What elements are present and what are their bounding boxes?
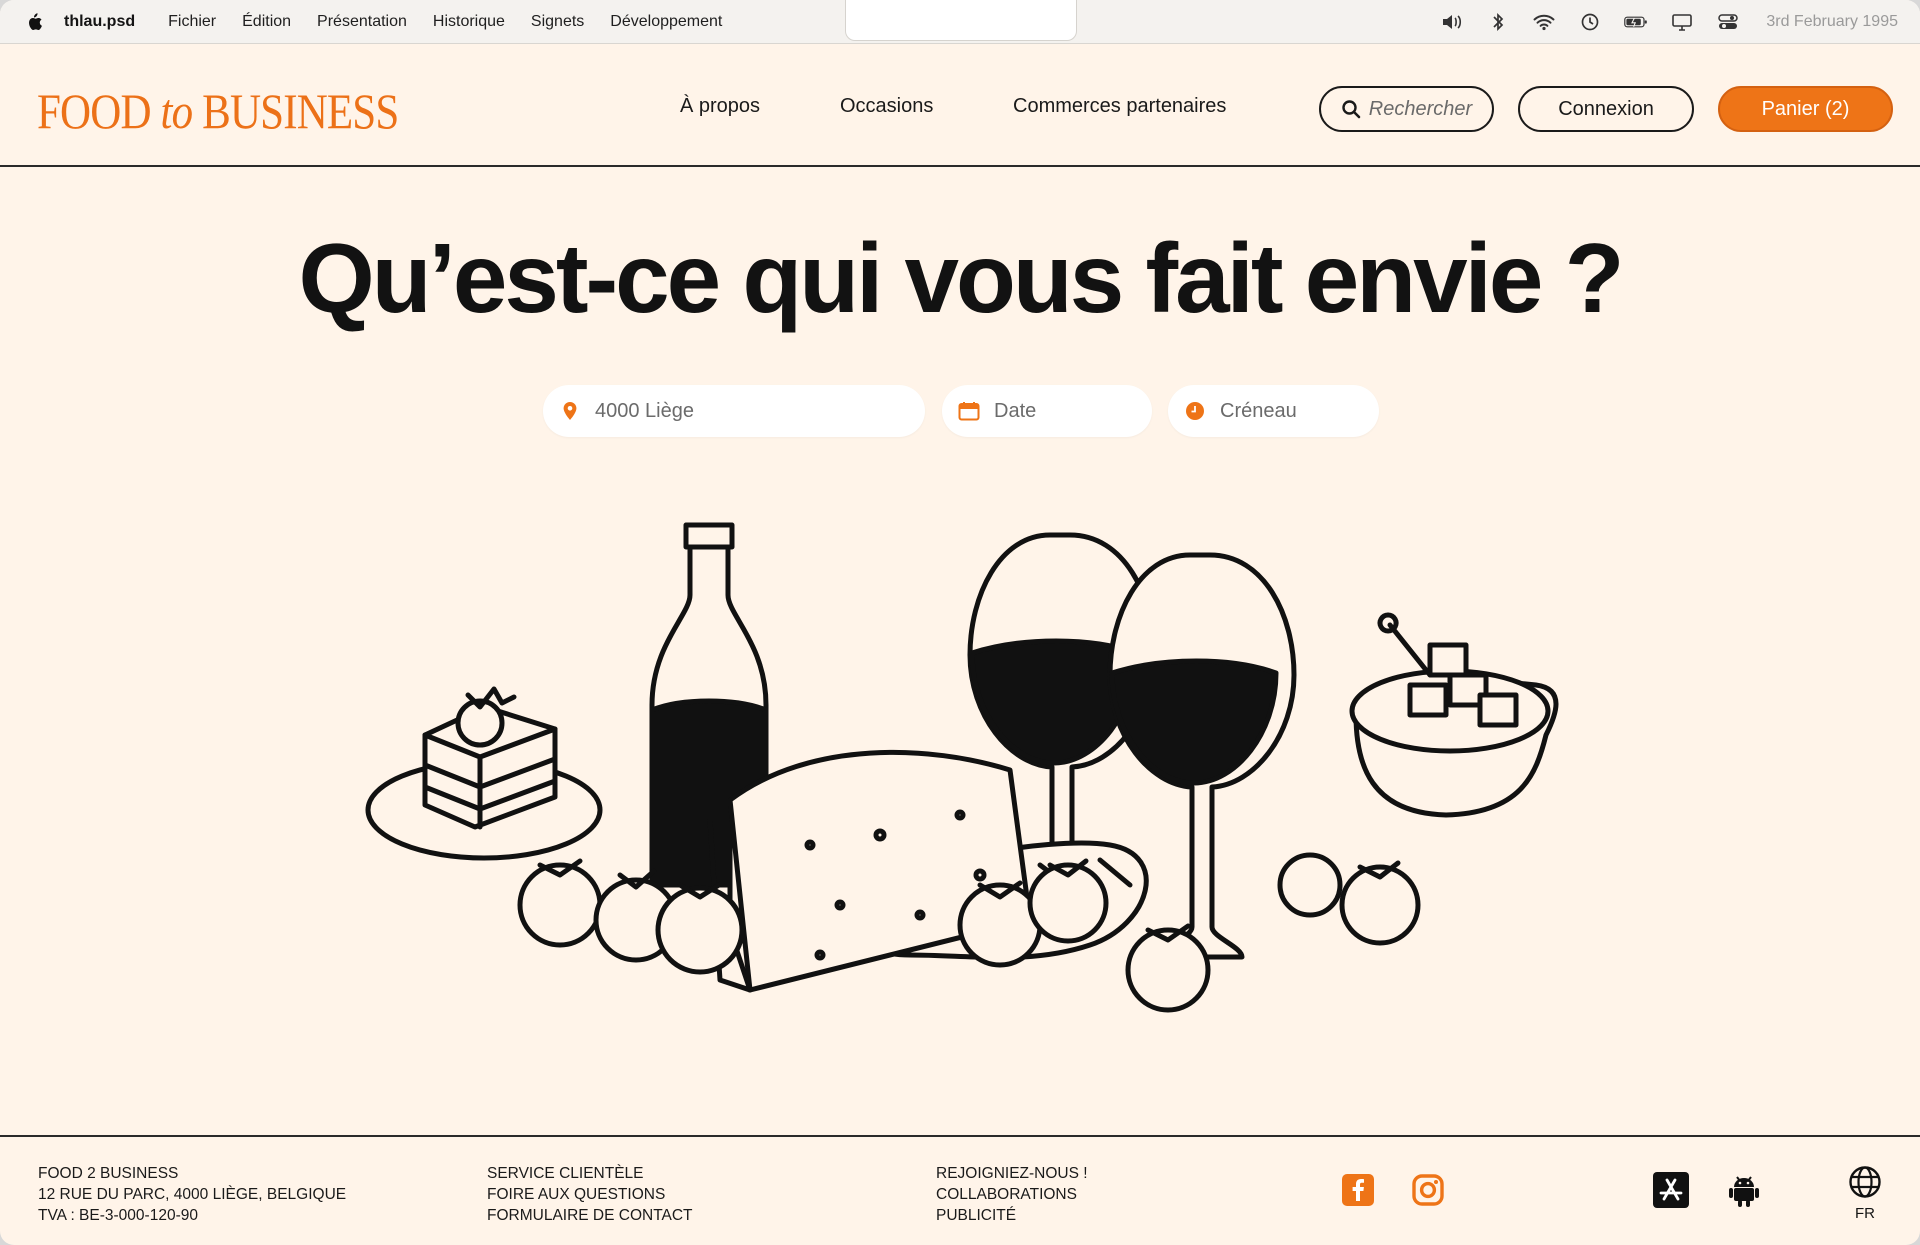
logo-part-business: BUSINESS [202,83,399,139]
footer-link-customer-service[interactable]: SERVICE CLIENTÈLE [487,1163,693,1184]
footer-company: FOOD 2 BUSINESS 12 RUE DU PARC, 4000 LIÈ… [38,1163,346,1226]
status-area: 3rd February 1995 [1440,0,1898,44]
footer-link-contact-form[interactable]: FORMULAIRE DE CONTACT [487,1205,693,1226]
display-icon[interactable] [1670,12,1694,32]
footer-support: SERVICE CLIENTÈLE FOIRE AUX QUESTIONS FO… [487,1163,693,1226]
menu-developpement[interactable]: Développement [610,13,722,31]
menu-fichier[interactable]: Fichier [168,13,216,31]
search-button[interactable]: Rechercher [1319,86,1494,132]
app-store-icon[interactable] [1653,1172,1689,1208]
nav-a-propos[interactable]: À propos [680,95,760,118]
wifi-icon[interactable] [1532,12,1556,32]
footer-link-collaborations[interactable]: COLLABORATIONS [936,1184,1088,1205]
footer-join: REJOIGNIEZ-NOUS ! COLLABORATIONS PUBLICI… [936,1163,1088,1226]
search-icon [1341,99,1361,119]
language-label: FR [1855,1205,1875,1222]
food-illustration [365,522,1559,1013]
search-button-label: Rechercher [1368,97,1473,120]
cart-button[interactable]: Panier (2) [1718,86,1893,132]
time-machine-icon[interactable] [1578,12,1602,32]
browser-window: thlau.psd Fichier Édition Présentation H… [0,0,1920,1245]
footer-company-vat: TVA : BE-3-000-120-90 [38,1207,198,1224]
slot-placeholder: Créneau [1220,399,1297,422]
menu-historique[interactable]: Historique [433,13,505,31]
menu-bar: thlau.psd Fichier Édition Présentation H… [0,0,1920,44]
footer-link-faq[interactable]: FOIRE AUX QUESTIONS [487,1184,693,1205]
cake-illustration [365,686,603,861]
instagram-icon[interactable] [1410,1172,1446,1208]
location-placeholder: 4000 Liège [595,399,694,422]
footer-company-name: FOOD 2 BUSINESS [38,1165,179,1182]
olive-bowl-illustration [1349,612,1559,818]
volume-icon[interactable] [1440,12,1464,32]
date-placeholder: Date [994,399,1037,422]
apple-icon[interactable] [24,12,44,32]
calendar-icon [958,400,980,422]
control-center-icon[interactable] [1716,12,1740,32]
location-field[interactable]: 4000 Liège [543,385,925,437]
bluetooth-icon[interactable] [1486,12,1510,32]
nav-commerces-partenaires[interactable]: Commerces partenaires [1013,95,1226,118]
footer-link-advertising[interactable]: PUBLICITÉ [936,1205,1088,1226]
clock-icon [1184,400,1206,422]
footer-link-join-us[interactable]: REJOIGNIEZ-NOUS ! [936,1163,1088,1184]
menu-signets[interactable]: Signets [531,13,584,31]
slot-field[interactable]: Créneau [1168,385,1379,437]
nav-occasions[interactable]: Occasions [840,95,933,118]
site-logo[interactable]: FOOD to BUSINESS [37,82,399,140]
menu-presentation[interactable]: Présentation [317,13,407,31]
app-name[interactable]: thlau.psd [64,13,135,31]
hero-title: Qu’est-ce qui vous fait envie ? [298,223,1625,333]
battery-icon[interactable] [1624,12,1648,32]
logo-part-to: to [160,83,194,139]
language-selector[interactable]: FR [1845,1163,1885,1222]
android-icon[interactable] [1726,1172,1762,1208]
globe-icon [1845,1165,1885,1203]
footer-company-address: 12 RUE DU PARC, 4000 LIÈGE, BELGIQUE [38,1186,347,1203]
site-header: FOOD to BUSINESS À propos Occasions Comm… [0,44,1920,167]
location-pin-icon [559,400,581,422]
logo-part-food: FOOD [37,83,152,139]
facebook-icon[interactable] [1340,1172,1376,1208]
site-footer: FOOD 2 BUSINESS 12 RUE DU PARC, 4000 LIÈ… [0,1135,1920,1245]
login-button[interactable]: Connexion [1518,86,1694,132]
menu-edition[interactable]: Édition [242,13,291,31]
menubar-date[interactable]: 3rd February 1995 [1766,13,1898,31]
date-field[interactable]: Date [942,385,1152,437]
camera-notch [845,0,1077,41]
